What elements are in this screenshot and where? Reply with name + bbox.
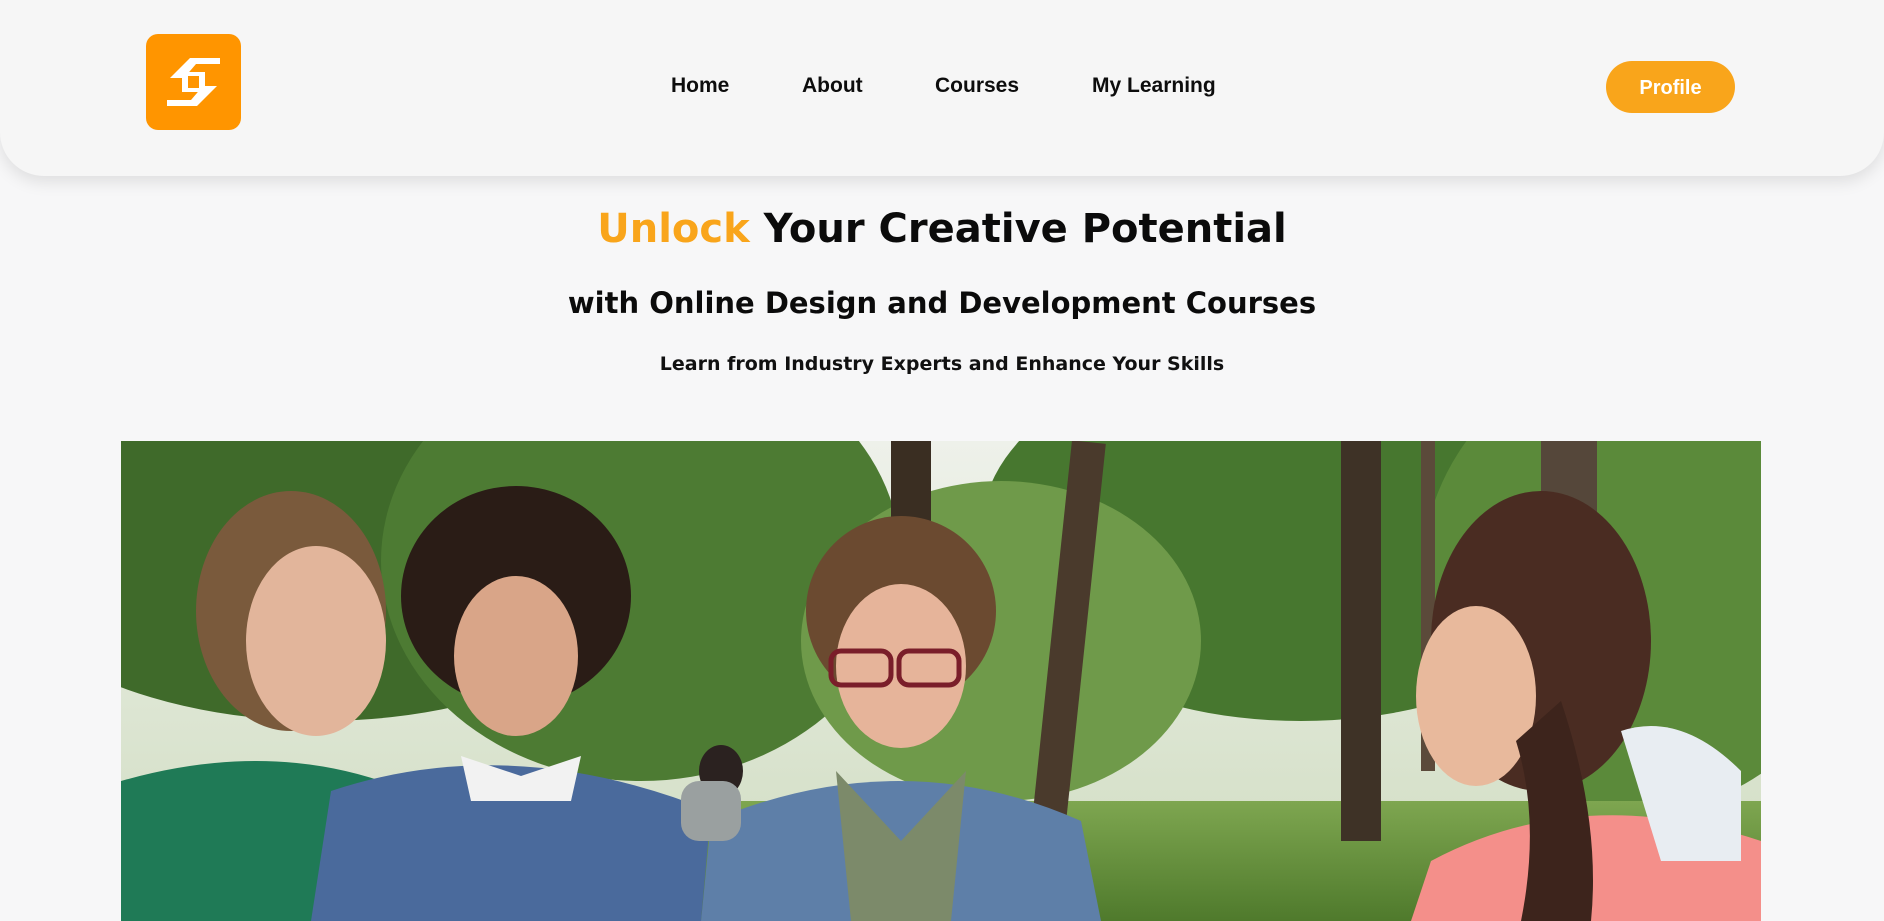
nav-courses[interactable]: Courses (935, 74, 1019, 98)
hero-title-accent: Unlock (597, 206, 750, 252)
nav-my-learning[interactable]: My Learning (1092, 74, 1216, 98)
nav-about[interactable]: About (802, 74, 863, 98)
nav-home[interactable]: Home (671, 74, 729, 98)
profile-button[interactable]: Profile (1606, 61, 1735, 113)
hero-image (121, 441, 1761, 921)
hero-tagline: Learn from Industry Experts and Enhance … (659, 353, 1225, 375)
top-navbar: Home About Courses My Learning Profile (0, 0, 1884, 176)
hero-subtitle: with Online Design and Development Cours… (567, 286, 1317, 320)
hero-title-rest: Your Creative Potential (749, 206, 1287, 252)
main-nav: Home About Courses My Learning (0, 74, 1884, 102)
hero-title: Unlock Your Creative Potential (0, 206, 1884, 252)
